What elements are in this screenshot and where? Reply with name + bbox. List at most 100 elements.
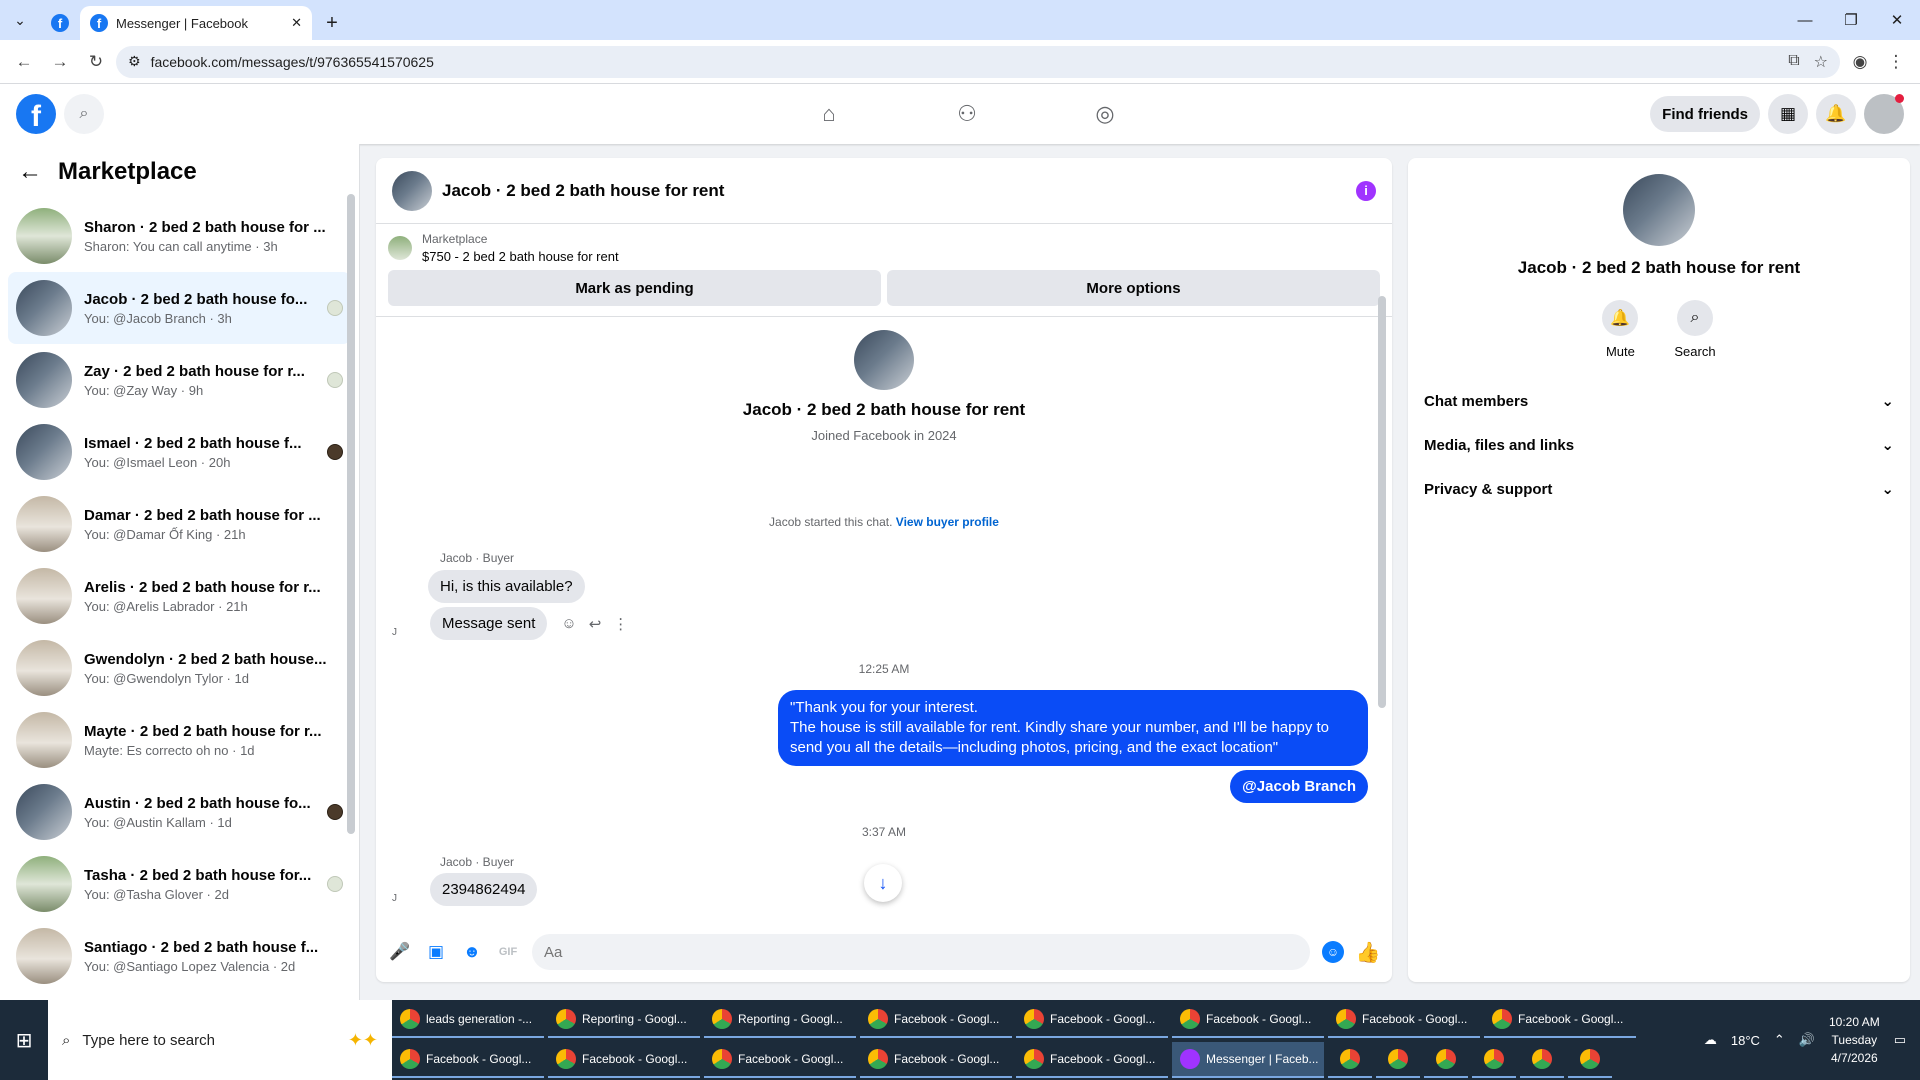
clock[interactable]: 10:20 AM Tuesday 4/7/2026 (1829, 1013, 1880, 1067)
temperature[interactable]: 18°C (1731, 1033, 1760, 1048)
taskbar-window-button[interactable]: Facebook - Googl... (1172, 1002, 1324, 1038)
more-options-button[interactable]: More options (887, 270, 1380, 306)
chrome-menu-icon[interactable]: ⋮ (1880, 46, 1912, 78)
groups-icon[interactable]: ◎ (1036, 84, 1174, 144)
pinned-facebook-tab[interactable]: f (40, 6, 80, 40)
details-section[interactable]: Media, files and links ⌄ (1424, 423, 1894, 467)
close-window-icon[interactable]: ✕ (1874, 0, 1920, 40)
taskbar-window-button[interactable]: Facebook - Googl... (1328, 1002, 1480, 1038)
emoji-icon[interactable]: ☺ (1322, 941, 1344, 963)
photo-icon[interactable]: ▣ (424, 940, 448, 964)
listing-summary[interactable]: Marketplace $750 - 2 bed 2 bath house fo… (376, 224, 1392, 264)
conversation-item[interactable]: Austin · 2 bed 2 bath house fo... You: @A… (8, 776, 351, 848)
taskbar-window-button[interactable]: Facebook - Googl... (548, 1042, 700, 1078)
sender-avatar[interactable]: J (392, 610, 420, 638)
taskbar-window-button[interactable]: Reporting - Googl... (548, 1002, 700, 1038)
view-buyer-profile-link[interactable]: View buyer profile (896, 515, 999, 529)
sender-avatar[interactable]: J (392, 876, 420, 904)
conversation-item[interactable]: Arelis · 2 bed 2 bath house for r... You:… (8, 560, 351, 632)
taskbar-window-button[interactable]: Facebook - Googl... (860, 1042, 1012, 1078)
incoming-message[interactable]: Message sent (430, 607, 548, 640)
conversation-item[interactable]: Mayte · 2 bed 2 bath house for r... Mayte… (8, 704, 351, 776)
restore-icon[interactable]: ❐ (1828, 0, 1874, 40)
chat-scrollbar[interactable] (1378, 296, 1386, 708)
taskbar-window-button[interactable]: leads generation -... (392, 1002, 544, 1038)
weather-icon[interactable]: ☁ (1704, 1032, 1717, 1048)
back-arrow-icon[interactable]: ← (8, 46, 40, 78)
forward-arrow-icon[interactable]: → (44, 46, 76, 78)
taskbar-chrome-button[interactable] (1472, 1042, 1516, 1078)
chat-avatar[interactable] (392, 170, 432, 211)
intro-avatar[interactable] (854, 330, 914, 390)
taskbar-window-button[interactable]: Reporting - Googl... (704, 1002, 856, 1038)
search-conversation-button[interactable]: ⌕ Search (1674, 300, 1716, 359)
details-section[interactable]: Chat members ⌄ (1424, 379, 1894, 423)
microphone-icon[interactable]: 🎤 (388, 940, 412, 964)
facebook-logo-icon[interactable]: f (16, 94, 56, 134)
outgoing-mention[interactable]: @Jacob Branch (1230, 770, 1368, 803)
active-tab[interactable]: f Messenger | Facebook ✕ (80, 6, 312, 40)
taskbar-chrome-button[interactable] (1520, 1042, 1564, 1078)
gif-icon[interactable]: GIF (496, 940, 520, 964)
home-icon[interactable]: ⌂ (760, 84, 898, 144)
tab-search-chevron-icon[interactable]: ⌄ (0, 0, 40, 40)
mark-as-pending-button[interactable]: Mark as pending (388, 270, 881, 306)
conversation-item[interactable]: Gwendolyn · 2 bed 2 bath house... You: @G… (8, 632, 351, 704)
new-tab-button[interactable]: + (312, 6, 352, 40)
mute-button[interactable]: 🔔 Mute (1602, 300, 1639, 359)
scroll-to-bottom-icon[interactable]: ↓ (864, 864, 902, 902)
menu-grid-icon[interactable]: ▦ (1768, 94, 1808, 134)
taskbar-window-button[interactable]: Facebook - Googl... (860, 1002, 1012, 1038)
taskbar-search[interactable]: ⌕ Type here to search ✦✦ (48, 1000, 392, 1080)
sticker-icon[interactable]: ☻ (460, 940, 484, 964)
thumbs-up-icon[interactable]: 👍 (1356, 940, 1381, 964)
conversation-info-icon[interactable]: i (1356, 180, 1376, 201)
taskbar-window-button[interactable]: Facebook - Googl... (1484, 1002, 1636, 1038)
outgoing-message[interactable]: "Thank you for your interest. The house … (778, 690, 1368, 766)
incoming-message[interactable]: 2394862494 (430, 873, 538, 906)
taskbar-window-button[interactable]: Facebook - Googl... (1016, 1042, 1168, 1078)
notifications-icon[interactable]: ▭ (1894, 1032, 1906, 1048)
reload-icon[interactable]: ↻ (80, 46, 112, 78)
tab-close-icon[interactable]: ✕ (291, 15, 302, 31)
minimize-icon[interactable]: — (1782, 0, 1828, 40)
facebook-search-icon[interactable]: ⌕ (64, 94, 104, 134)
volume-icon[interactable]: 🔊 (1799, 1032, 1815, 1048)
taskbar-chrome-button[interactable] (1376, 1042, 1420, 1078)
back-arrow-icon[interactable]: ← (18, 158, 42, 186)
conversation-item[interactable]: Jacob · 2 bed 2 bath house fo... You: @Ja… (8, 272, 351, 344)
site-info-icon[interactable]: ⚙ (128, 53, 141, 70)
more-dots-icon[interactable]: ⋮ (613, 615, 628, 633)
message-input[interactable] (532, 934, 1310, 970)
url-omnibox[interactable]: ⚙ facebook.com/messages/t/97636554157062… (116, 45, 1840, 78)
taskbar-chrome-button[interactable] (1568, 1042, 1612, 1078)
notifications-bell-icon[interactable]: 🔔 (1816, 94, 1856, 134)
sidebar-scrollbar[interactable] (347, 194, 355, 834)
taskbar-window-button[interactable]: Facebook - Googl... (392, 1042, 544, 1078)
react-emoji-icon[interactable]: ☺ (561, 615, 576, 633)
details-section[interactable]: Privacy & support ⌄ (1424, 467, 1894, 511)
conversation-item[interactable]: Sharon · 2 bed 2 bath house for ... Sharo… (8, 200, 351, 272)
taskbar-window-button[interactable]: Facebook - Googl... (1016, 1002, 1168, 1038)
account-avatar[interactable] (1864, 94, 1904, 134)
bookmark-star-icon[interactable]: ☆ (1814, 52, 1828, 72)
profile-icon[interactable]: ◉ (1844, 46, 1876, 78)
conversation-item[interactable]: Ismael · 2 bed 2 bath house f... You: @Is… (8, 416, 351, 488)
taskbar-chrome-button[interactable] (1328, 1042, 1372, 1078)
taskbar-window-button[interactable]: Facebook - Googl... (704, 1042, 856, 1078)
reply-icon[interactable]: ↩ (589, 615, 602, 633)
windows-start-icon[interactable]: ⊞ (0, 1000, 48, 1080)
install-app-icon[interactable]: ⧉ (1788, 52, 1799, 72)
taskbar-chrome-button[interactable] (1424, 1042, 1468, 1078)
url-text[interactable]: facebook.com/messages/t/976365541570625 (151, 54, 1779, 70)
conversation-item[interactable]: Tasha · 2 bed 2 bath house for... You: @T… (8, 848, 351, 920)
conversation-item[interactable]: Zay · 2 bed 2 bath house for r... You: @Z… (8, 344, 351, 416)
find-friends-button[interactable]: Find friends (1650, 96, 1760, 132)
tray-chevron-icon[interactable]: ⌃ (1774, 1032, 1785, 1048)
incoming-message[interactable]: Hi, is this available? (428, 570, 585, 603)
details-avatar[interactable] (1623, 174, 1695, 246)
conversation-item[interactable]: Damar · 2 bed 2 bath house for ... You: @… (8, 488, 351, 560)
taskbar-window-button[interactable]: Messenger | Faceb... (1172, 1042, 1324, 1078)
friends-icon[interactable]: ⚇ (898, 84, 1036, 144)
conversation-item[interactable]: Santiago · 2 bed 2 bath house f... You: @… (8, 920, 351, 992)
